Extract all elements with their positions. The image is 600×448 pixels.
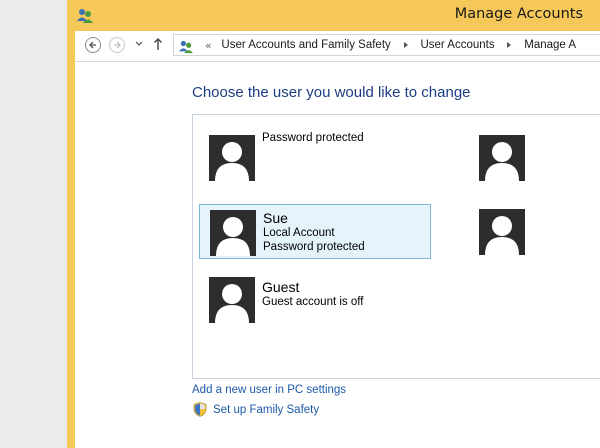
account-type: Local Account — [263, 227, 335, 239]
breadcrumb-user-accounts-family-safety[interactable]: User Accounts and Family Safety — [221, 35, 390, 55]
forward-arrow-icon — [114, 41, 121, 49]
address-bar: « User Accounts and Family Safety User A… — [75, 31, 600, 62]
address-field[interactable]: « User Accounts and Family Safety User A… — [173, 34, 600, 56]
account-name: Sue — [263, 210, 288, 226]
account-tile[interactable]: Guest Guest account is off — [199, 272, 431, 327]
account-tile[interactable] — [471, 204, 600, 259]
title-bar[interactable]: Manage Accounts — [67, 0, 600, 31]
manage-accounts-window: Manage Accounts « User Accounts and Fami… — [67, 0, 600, 448]
add-new-user-link[interactable]: Add a new user in PC settings — [192, 384, 346, 396]
back-arrow-icon — [89, 41, 96, 49]
account-tile[interactable]: Password protected — [199, 129, 431, 184]
account-tile[interactable]: Sue Local Account Password protected — [199, 204, 431, 259]
avatar — [210, 210, 256, 256]
breadcrumb-manage-accounts[interactable]: Manage A — [524, 35, 576, 55]
forward-button[interactable] — [109, 37, 125, 53]
accounts-list: Password protected Sue Local Account Pas… — [192, 114, 600, 379]
breadcrumb-overflow[interactable]: « — [205, 39, 212, 52]
user-accounts-icon — [77, 9, 93, 23]
breadcrumb-separator-icon[interactable] — [403, 42, 408, 48]
user-silhouette-icon — [485, 142, 519, 181]
account-tile[interactable] — [471, 129, 600, 184]
account-status: Password protected — [263, 241, 365, 253]
user-silhouette-icon — [215, 284, 249, 323]
avatar — [479, 209, 525, 255]
user-silhouette-icon — [216, 217, 250, 256]
avatar — [479, 135, 525, 181]
user-silhouette-icon — [485, 216, 519, 255]
breadcrumb-separator-icon[interactable] — [507, 42, 512, 48]
set-up-family-safety-link[interactable]: Set up Family Safety — [213, 404, 319, 416]
avatar — [209, 135, 255, 181]
main-content: Choose the user you would like to change… — [75, 62, 600, 448]
page-title: Choose the user you would like to change — [192, 84, 471, 101]
breadcrumb-user-accounts[interactable]: User Accounts — [420, 35, 494, 55]
account-status: Password protected — [262, 132, 364, 144]
back-button[interactable] — [85, 37, 101, 53]
user-silhouette-icon — [215, 142, 249, 181]
account-name: Guest — [262, 279, 300, 295]
avatar — [209, 277, 255, 323]
window-title: Manage Accounts — [454, 6, 583, 22]
up-arrow-icon[interactable] — [153, 37, 163, 51]
account-status: Guest account is off — [262, 296, 364, 308]
user-accounts-icon — [179, 40, 193, 53]
shield-icon — [193, 402, 207, 417]
chevron-down-icon[interactable] — [135, 41, 143, 47]
